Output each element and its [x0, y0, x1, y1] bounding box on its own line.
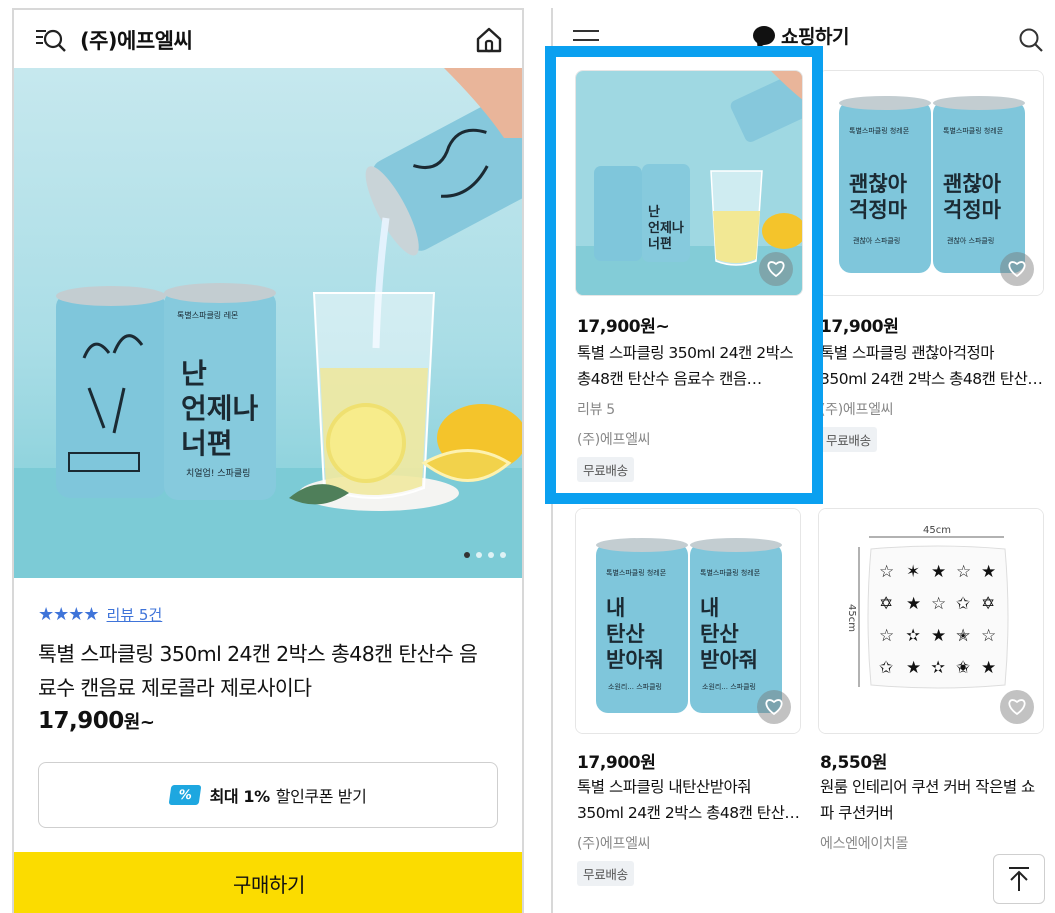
- shopping-brand-label: 쇼핑하기: [781, 26, 849, 48]
- card-4-dim-width: 45cm: [923, 525, 951, 536]
- product-price: 17,900원~: [38, 708, 155, 734]
- card-3-name[interactable]: 톡별 스파클링 내탄산받아줘 350ml 24캔 2박스 총48캔 탄산…: [577, 774, 801, 826]
- wishlist-heart-icon[interactable]: [757, 690, 791, 724]
- buy-button[interactable]: 구매하기: [14, 852, 522, 913]
- card-4-price: 8,550원: [820, 753, 888, 773]
- card-3-can-line-3-left: 받아줘: [606, 648, 664, 672]
- svg-text:✡: ✡: [981, 594, 995, 614]
- coupon-max-rate: 최대 1%: [209, 787, 271, 806]
- menu-search-icon[interactable]: [34, 26, 68, 54]
- svg-text:✩: ✩: [956, 594, 970, 614]
- svg-text:✡: ✡: [879, 594, 893, 614]
- free-shipping-badge: 무료배송: [820, 427, 877, 452]
- card-3-can-line-3-right: 받아줘: [700, 648, 758, 672]
- review-count-link[interactable]: 리뷰 5건: [107, 604, 163, 625]
- card-2-can-line-1-left: 괜찮아: [849, 172, 908, 196]
- svg-text:☆: ☆: [931, 594, 946, 614]
- svg-text:★: ★: [906, 594, 921, 614]
- card-2-price: 17,900원: [820, 317, 899, 337]
- rating-stars: ★★★★: [38, 604, 100, 625]
- search-icon[interactable]: [1017, 26, 1045, 54]
- wishlist-heart-icon[interactable]: [1000, 252, 1034, 286]
- coupon-button[interactable]: % 최대 1% 할인쿠폰 받기: [38, 762, 498, 828]
- gallery-dot[interactable]: [500, 552, 506, 558]
- svg-text:★: ★: [931, 626, 946, 646]
- gallery-dots[interactable]: [464, 552, 506, 558]
- card-2-can-small-right: 괜찮아 스파클링: [947, 236, 994, 245]
- can-right: 톡별스파클링 레몬 난 언제나 너편 치얼업! 스파클링: [164, 283, 276, 500]
- svg-text:✬: ✬: [956, 658, 970, 678]
- svg-text:☆: ☆: [879, 562, 894, 582]
- svg-text:☆: ☆: [981, 626, 996, 646]
- gallery-dot[interactable]: [488, 552, 494, 558]
- free-shipping-badge: 무료배송: [577, 861, 634, 886]
- wishlist-heart-icon[interactable]: [1000, 690, 1034, 724]
- card-2-can-small-left: 괜찮아 스파클링: [853, 236, 900, 245]
- card-4-dim-height: 45cm: [846, 604, 857, 632]
- card-3-can-line-1-left: 내: [606, 596, 625, 620]
- product-detail-panel: (주)에프엘씨 톡별스파클링 레몬 난 언제나 너편 치얼업! 스파클링 ★★★…: [12, 8, 524, 913]
- scroll-to-top-button[interactable]: [993, 854, 1045, 904]
- svg-text:★: ★: [981, 658, 996, 678]
- card-3-seller[interactable]: (주)에프엘씨: [577, 833, 651, 853]
- card-4-name[interactable]: 원룸 인테리어 쿠션 커버 작은별 쇼파 쿠션커버: [820, 774, 1044, 826]
- can-brand-text: 톡별스파클링 레몬: [177, 310, 238, 320]
- card-3-can-small-left: 소원리... 스파클링: [608, 682, 662, 691]
- gallery-dot[interactable]: [476, 552, 482, 558]
- svg-text:✫: ✫: [931, 658, 945, 678]
- card-2-can-brand-right: 톡별스파클링 청레몬: [943, 126, 1004, 135]
- svg-text:★: ★: [906, 658, 921, 678]
- store-name[interactable]: (주)에프엘씨: [80, 25, 193, 55]
- price-suffix: 원~: [123, 712, 155, 733]
- can-label-line-3: 너편: [181, 427, 233, 460]
- card-3-can-small-right: 소원리... 스파클링: [702, 682, 756, 691]
- product-card-3[interactable]: 톡별스파클링 청레몬 톡별스파클링 청레몬 내 탄산 받아줘 내 탄산 받아줘 …: [575, 508, 803, 908]
- svg-text:✶: ✶: [906, 562, 920, 582]
- svg-text:★: ★: [981, 562, 996, 582]
- selection-highlight: [545, 46, 823, 504]
- svg-text:☆: ☆: [879, 626, 894, 646]
- speech-bubble-icon: [753, 26, 775, 45]
- gallery-dot-active[interactable]: [464, 552, 470, 558]
- card-3-can-line-2-right: 탄산: [700, 622, 739, 646]
- can-label-line-2: 언제나: [181, 392, 259, 425]
- card-2-can-brand-left: 톡별스파클링 청레몬: [849, 126, 910, 135]
- card-3-can-line-1-right: 내: [700, 596, 719, 620]
- card-3-price: 17,900원: [577, 753, 656, 773]
- can-label-line-1: 난: [181, 357, 207, 390]
- product-hero-image[interactable]: 톡별스파클링 레몬 난 언제나 너편 치얼업! 스파클링: [14, 68, 522, 578]
- card-3-can-line-2-left: 탄산: [606, 622, 645, 646]
- svg-text:☆: ☆: [956, 562, 971, 582]
- card-2-name[interactable]: 톡별 스파클링 괜찮아걱정마 350ml 24캔 2박스 총48캔 탄산…: [820, 340, 1044, 392]
- home-icon[interactable]: [474, 25, 504, 55]
- can-small-text: 치얼업! 스파클링: [186, 467, 250, 479]
- product-title: 톡별 스파클링 350ml 24캔 2박스 총48캔 탄산수 음료수 캔음료 제…: [38, 642, 478, 700]
- price-value: 17,900: [38, 708, 124, 734]
- card-3-can-brand-left: 톡별스파클링 청레몬: [606, 568, 667, 577]
- svg-text:✩: ✩: [879, 658, 893, 678]
- card-3-can-brand-right: 톡별스파클링 청레몬: [700, 568, 761, 577]
- svg-text:✫: ✫: [906, 626, 920, 646]
- svg-text:✭: ✭: [956, 626, 970, 646]
- shopping-brand[interactable]: 쇼핑하기: [753, 22, 849, 49]
- detail-header: (주)에프엘씨: [14, 10, 522, 68]
- card-2-can-line-2-right: 걱정마: [943, 198, 1002, 222]
- svg-text:★: ★: [931, 562, 946, 582]
- rating-row: ★★★★ 리뷰 5건: [38, 604, 162, 625]
- card-2-can-line-1-right: 괜찮아: [943, 172, 1002, 196]
- coupon-icon: %: [168, 785, 201, 805]
- can-left: [56, 286, 166, 498]
- hero-illustration: 톡별스파클링 레몬 난 언제나 너편 치얼업! 스파클링: [14, 68, 522, 578]
- coupon-text: 할인쿠폰 받기: [275, 787, 367, 806]
- card-4-seller[interactable]: 에스엔에이치몰: [820, 833, 908, 853]
- arrow-up-icon: [1009, 867, 1029, 891]
- product-card-2[interactable]: 톡별스파클링 청레몬 톡별스파클링 청레몬 괜찮아 걱정마 괜찮아 걱정마 괜찮…: [818, 70, 1046, 490]
- card-2-seller[interactable]: (주)에프엘씨: [820, 399, 894, 419]
- product-card-4[interactable]: 45cm 45cm ☆ ✶ ★ ☆ ★ ✡ ★ ☆ ✩ ✡ ☆ ✫ ★ ✭ ☆ ✩ ★ ✫ ✬ ★ 8,550원…: [818, 508, 1046, 908]
- card-2-can-line-2-left: 걱정마: [849, 198, 908, 222]
